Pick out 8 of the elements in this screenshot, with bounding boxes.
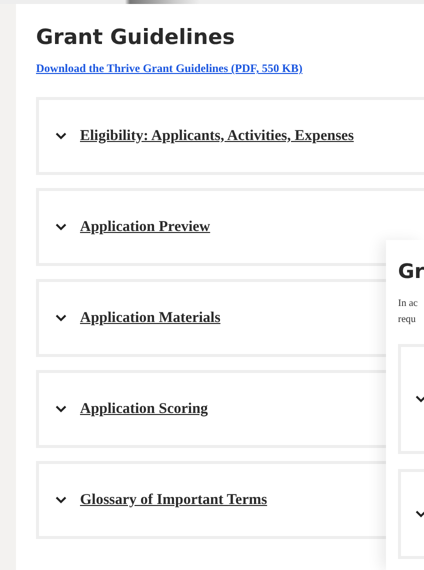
accordion-title: Eligibility: Applicants, Activities, Expenses	[80, 128, 354, 144]
intro-text: In ac	[398, 297, 419, 311]
accordion-title: Application Scoring	[80, 400, 208, 418]
accordion-title: Application Preview	[80, 218, 210, 236]
intro-text: requ	[398, 313, 417, 327]
accordion-title: Glossary of Important Terms	[80, 492, 268, 508]
accordion-title: Application Materials	[80, 310, 220, 326]
page-title: Grant Guidelines	[36, 24, 236, 51]
